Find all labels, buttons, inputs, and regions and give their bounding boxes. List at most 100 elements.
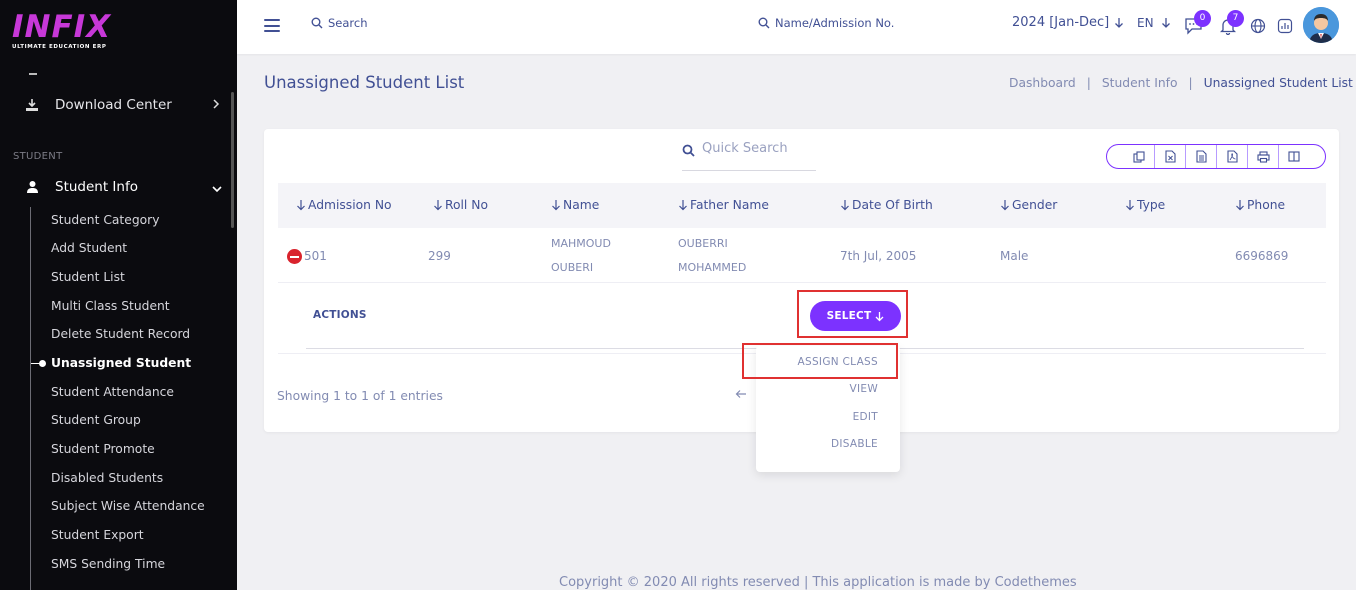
arrow-down-icon: [1115, 17, 1124, 28]
sort-arrow-icon: [1236, 200, 1244, 211]
copy-icon: [1132, 150, 1145, 163]
menu-item-disable[interactable]: DISABLE: [831, 438, 878, 450]
export-button-group: [1106, 144, 1326, 169]
messages-button[interactable]: 0: [1183, 10, 1211, 36]
excel-button[interactable]: [1154, 145, 1185, 168]
column-label: Date Of Birth: [852, 198, 933, 212]
sidebar-item-student-list[interactable]: Student List: [51, 270, 125, 284]
column-header-phone[interactable]: Phone: [1235, 198, 1285, 212]
sidebar-item-sms-sending-time[interactable]: SMS Sending Time: [51, 557, 165, 571]
submenu-line: [30, 207, 31, 590]
sort-arrow-icon: [1001, 200, 1009, 211]
sidebar-item-student-export[interactable]: Student Export: [51, 528, 144, 542]
column-header-admission-no[interactable]: Admission No: [296, 198, 392, 212]
quick-search-input[interactable]: Quick Search: [682, 141, 816, 171]
search-icon: [682, 144, 695, 157]
notifications-badge: 7: [1227, 10, 1244, 27]
pdf-button[interactable]: [1216, 145, 1247, 168]
chevron-down-icon: [212, 182, 222, 196]
pagination-prev-icon[interactable]: [735, 388, 747, 403]
columns-icon: [1288, 151, 1300, 162]
quick-search-placeholder: Quick Search: [702, 141, 788, 156]
sidebar-item-unassigned-student[interactable]: Unassigned Student: [51, 356, 191, 370]
collapsed-menu-icon: [29, 69, 37, 75]
column-label: Roll No: [445, 198, 488, 212]
sidebar-item-add-student[interactable]: Add Student: [51, 241, 127, 255]
collapse-row-icon[interactable]: [287, 249, 302, 264]
sidebar-item-multi-class-student[interactable]: Multi Class Student: [51, 299, 170, 313]
sort-arrow-icon: [434, 200, 442, 211]
avatar[interactable]: [1303, 7, 1339, 43]
language-value: EN: [1137, 16, 1154, 30]
breadcrumb-current: Unassigned Student List: [1203, 76, 1353, 90]
sidebar-section-label: STUDENT: [13, 151, 63, 162]
breadcrumb-separator: |: [1086, 76, 1091, 90]
active-indicator-dot: [39, 360, 46, 367]
sort-arrow-icon: [297, 200, 305, 211]
language-select[interactable]: EN: [1137, 16, 1171, 30]
column-header-roll-no[interactable]: Roll No: [433, 198, 488, 212]
column-header-date-of-birth[interactable]: Date Of Birth: [840, 198, 933, 212]
column-header-type[interactable]: Type: [1125, 198, 1165, 212]
global-search[interactable]: Search: [311, 16, 368, 30]
sidebar-item-label: Student Info: [55, 179, 138, 195]
breadcrumb-dashboard[interactable]: Dashboard: [1009, 76, 1076, 90]
cell-date-of-birth: 7th Jul, 2005: [840, 249, 917, 263]
admission-search[interactable]: Name/Admission No.: [758, 16, 894, 30]
column-label: Phone: [1247, 198, 1286, 212]
row-divider: [278, 282, 1326, 283]
sidebar-item-download-center[interactable]: Download Center: [24, 97, 220, 113]
cell-father-line2: MOHAMMED: [678, 261, 747, 274]
sidebar-item-subject-wise-attendance[interactable]: Subject Wise Attendance: [51, 499, 205, 513]
copy-button[interactable]: [1123, 145, 1154, 168]
brand-name: INFIX: [12, 9, 112, 45]
sidebar-item-disabled-students[interactable]: Disabled Students: [51, 471, 163, 485]
column-label: Gender: [1012, 198, 1058, 212]
session-select[interactable]: 2024 [Jan-Dec]: [1012, 15, 1124, 30]
sidebar-item-student-group[interactable]: Student Group: [51, 413, 141, 427]
column-header-father-name[interactable]: Father Name: [678, 198, 769, 212]
sidebar-scrollbar[interactable]: [231, 92, 234, 228]
sort-arrow-icon: [841, 200, 849, 211]
notifications-button[interactable]: 7: [1218, 10, 1244, 36]
cell-phone: 6696869: [1235, 249, 1289, 263]
highlight-select-button: [797, 290, 908, 338]
admission-search-label: Name/Admission No.: [775, 16, 895, 30]
breadcrumb-separator: |: [1188, 76, 1193, 90]
cell-name-line2: OUBERI: [551, 261, 594, 274]
topbar: Search Name/Admission No. 2024 [Jan-Dec]…: [237, 0, 1356, 54]
download-icon: [24, 97, 40, 113]
sidebar-item-student-attendance[interactable]: Student Attendance: [51, 385, 174, 399]
sidebar-item-label: Download Center: [55, 97, 172, 113]
columns-button[interactable]: [1278, 145, 1309, 168]
globe-icon: [1250, 18, 1266, 34]
column-label: Admission No: [308, 198, 392, 212]
cell-father-line1: OUBERRI: [678, 237, 728, 250]
search-label: Search: [328, 16, 368, 30]
sidebar-item-student-info[interactable]: Student Info: [24, 179, 222, 195]
cell-name-line1: MAHMOUD: [551, 237, 611, 250]
menu-toggle-icon[interactable]: [264, 19, 280, 32]
print-button[interactable]: [1247, 145, 1278, 168]
highlight-assign-class: [742, 343, 898, 379]
website-button[interactable]: [1248, 16, 1268, 36]
reports-button[interactable]: [1275, 16, 1295, 36]
sidebar-item-student-promote[interactable]: Student Promote: [51, 442, 155, 456]
menu-item-edit[interactable]: EDIT: [853, 411, 878, 423]
breadcrumb-student-info[interactable]: Student Info: [1102, 76, 1178, 90]
brand-logo[interactable]: INFIX ULTIMATE EDUCATION ERP: [12, 10, 111, 50]
column-header-gender[interactable]: Gender: [1000, 198, 1057, 212]
sidebar-item-delete-student-record[interactable]: Delete Student Record: [51, 327, 190, 341]
csv-icon: [1195, 150, 1207, 163]
user-icon: [24, 179, 40, 195]
search-icon: [311, 17, 323, 29]
column-header-name[interactable]: Name: [551, 198, 599, 212]
actions-label: ACTIONS: [313, 309, 367, 321]
menu-item-view[interactable]: VIEW: [850, 383, 879, 395]
sort-arrow-icon: [1126, 200, 1134, 211]
sidebar-item-student-category[interactable]: Student Category: [51, 213, 160, 227]
csv-button[interactable]: [1185, 145, 1216, 168]
messages-badge: 0: [1194, 10, 1211, 27]
session-value: 2024 [Jan-Dec]: [1012, 15, 1110, 30]
print-icon: [1256, 150, 1270, 163]
